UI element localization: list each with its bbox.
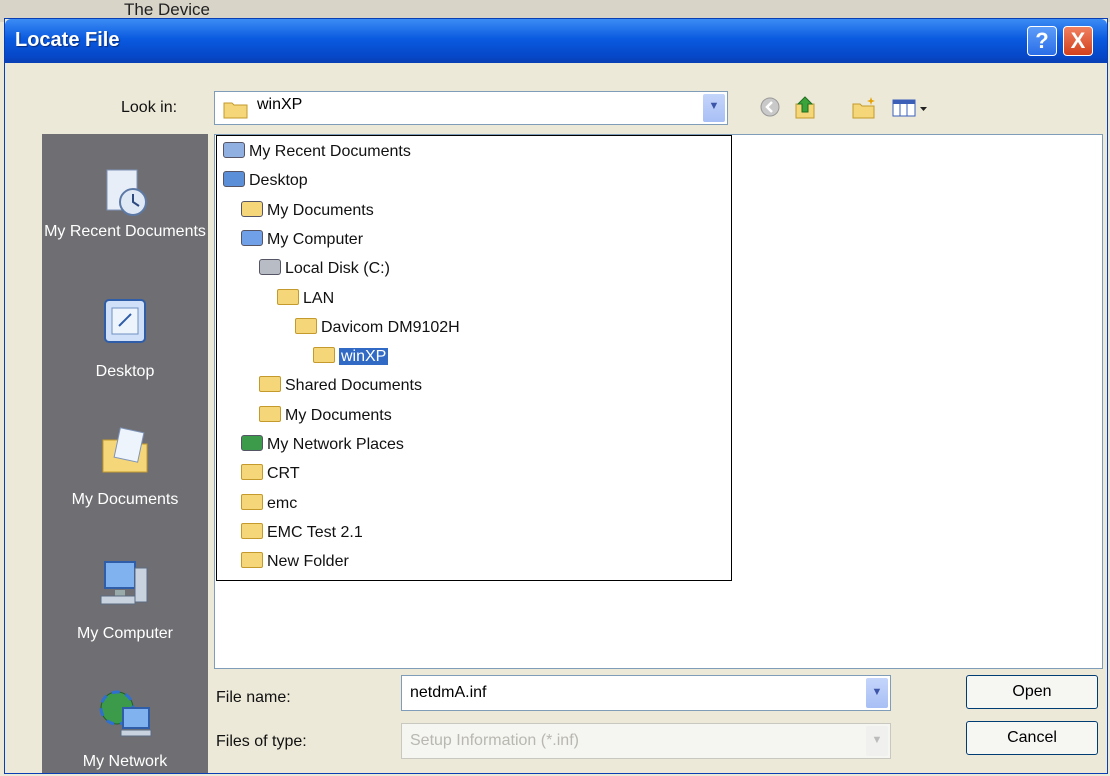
cancel-button[interactable]: Cancel xyxy=(966,721,1098,755)
my-documents-icon xyxy=(95,422,155,480)
folder-icon xyxy=(313,347,335,364)
place-recent-documents[interactable]: My Recent Documents xyxy=(42,164,208,242)
desktop-icon xyxy=(95,294,155,352)
dropdown-item[interactable]: emc xyxy=(241,492,297,516)
dropdown-item-label: Davicom DM9102H xyxy=(321,318,460,336)
chevron-down-icon[interactable]: ▼ xyxy=(866,726,888,756)
my-documents-icon xyxy=(241,200,263,217)
places-bar: My Recent Documents Desktop My Documents… xyxy=(42,134,208,773)
chevron-down-icon[interactable]: ▼ xyxy=(703,94,725,122)
dropdown-item[interactable]: winXP xyxy=(313,345,389,369)
network-icon xyxy=(241,435,263,451)
look-in-label: Look in: xyxy=(121,99,178,116)
file-type-value: Setup Information (*.inf) xyxy=(410,732,579,749)
place-my-computer[interactable]: My Computer xyxy=(42,554,208,644)
look-in-value: winXP xyxy=(257,96,303,113)
dropdown-item-label: CRT xyxy=(267,465,300,483)
dropdown-item-label: Shared Documents xyxy=(285,377,422,395)
background-window-title: The Device xyxy=(124,0,210,19)
title-bar[interactable]: Locate File ? X xyxy=(5,19,1107,63)
dropdown-item-label: Desktop xyxy=(249,172,308,190)
dropdown-item[interactable]: CRT xyxy=(241,462,300,486)
recent-documents-icon xyxy=(95,164,155,222)
file-name-input[interactable]: netdmA.inf ▼ xyxy=(401,675,891,711)
chevron-down-icon[interactable]: ▼ xyxy=(866,678,888,708)
folder-icon xyxy=(241,464,263,481)
folder-icon xyxy=(277,288,299,305)
close-button[interactable]: X xyxy=(1063,26,1093,56)
my-computer-icon xyxy=(241,229,263,246)
folder-icon xyxy=(223,102,248,119)
network-icon xyxy=(95,686,155,744)
place-desktop[interactable]: Desktop xyxy=(42,294,208,382)
place-my-documents[interactable]: My Documents xyxy=(42,422,208,510)
dropdown-item-label: My Recent Documents xyxy=(249,143,411,160)
dropdown-item[interactable]: Desktop xyxy=(223,169,308,193)
dropdown-item-label: My Documents xyxy=(285,406,392,424)
desktop-icon xyxy=(223,171,245,188)
dropdown-item[interactable]: My Network Places xyxy=(241,433,404,457)
dropdown-item[interactable]: LAN xyxy=(277,287,334,311)
dropdown-item[interactable]: EMC Test 2.1 xyxy=(241,521,363,545)
look-in-combo[interactable]: winXP ▼ xyxy=(214,91,728,125)
folder-icon xyxy=(241,522,263,539)
file-name-value: netdmA.inf xyxy=(410,684,487,701)
place-label: My Documents xyxy=(71,491,179,508)
up-folder-icon[interactable] xyxy=(793,95,819,121)
dropdown-item[interactable]: Davicom DM9102H xyxy=(295,316,460,340)
open-button[interactable]: Open xyxy=(966,675,1098,709)
dropdown-item[interactable]: New Folder xyxy=(241,550,349,574)
dropdown-item-label: emc xyxy=(267,494,298,512)
help-button[interactable]: ? xyxy=(1027,26,1057,56)
place-label: My Network xyxy=(82,753,168,770)
dropdown-item-label: My Documents xyxy=(267,201,374,219)
place-label: My Recent Documents xyxy=(44,223,206,240)
back-icon[interactable] xyxy=(757,95,783,121)
file-type-select[interactable]: Setup Information (*.inf) ▼ xyxy=(401,723,891,759)
dropdown-item[interactable]: My Recent Documents xyxy=(223,140,411,164)
new-folder-icon[interactable] xyxy=(851,95,877,121)
folder-icon xyxy=(295,317,317,334)
dropdown-item[interactable]: My Documents xyxy=(241,199,374,223)
views-menu-icon[interactable] xyxy=(891,95,931,121)
place-label: My Computer xyxy=(76,625,174,642)
folder-icon xyxy=(241,493,263,510)
my-computer-icon xyxy=(95,554,155,612)
dropdown-item[interactable]: My Documents xyxy=(259,404,392,428)
folder-icon xyxy=(259,405,281,422)
dropdown-item[interactable]: Local Disk (C:) xyxy=(259,257,390,281)
locate-file-dialog: Locate File ? X Look in: winXP ▼ My Rece… xyxy=(4,18,1108,774)
file-type-label: Files of type: xyxy=(216,733,307,750)
drive-icon xyxy=(259,259,281,276)
dropdown-item-label: New Folder xyxy=(267,553,349,571)
file-name-label: File name: xyxy=(216,689,291,706)
place-label: Desktop xyxy=(95,363,155,380)
dropdown-item-label: Local Disk (C:) xyxy=(285,260,390,278)
recent-documents-icon xyxy=(223,142,245,158)
dropdown-item[interactable]: Shared Documents xyxy=(259,374,422,398)
look-in-dropdown-list: My Recent Documents Desktop My Documents My… xyxy=(216,135,732,581)
dropdown-item-label: winXP xyxy=(339,348,389,366)
folder-icon xyxy=(259,376,281,393)
dropdown-item[interactable]: My Computer xyxy=(241,228,363,252)
dropdown-item-label: My Computer xyxy=(267,230,364,248)
folder-icon xyxy=(241,552,263,569)
dropdown-item-label: My Network Places xyxy=(267,436,404,453)
dialog-title: Locate File xyxy=(15,29,120,51)
place-my-network[interactable]: My Network xyxy=(42,686,208,772)
dropdown-item-label: EMC Test 2.1 xyxy=(267,523,363,541)
dropdown-item-label: LAN xyxy=(303,289,335,307)
